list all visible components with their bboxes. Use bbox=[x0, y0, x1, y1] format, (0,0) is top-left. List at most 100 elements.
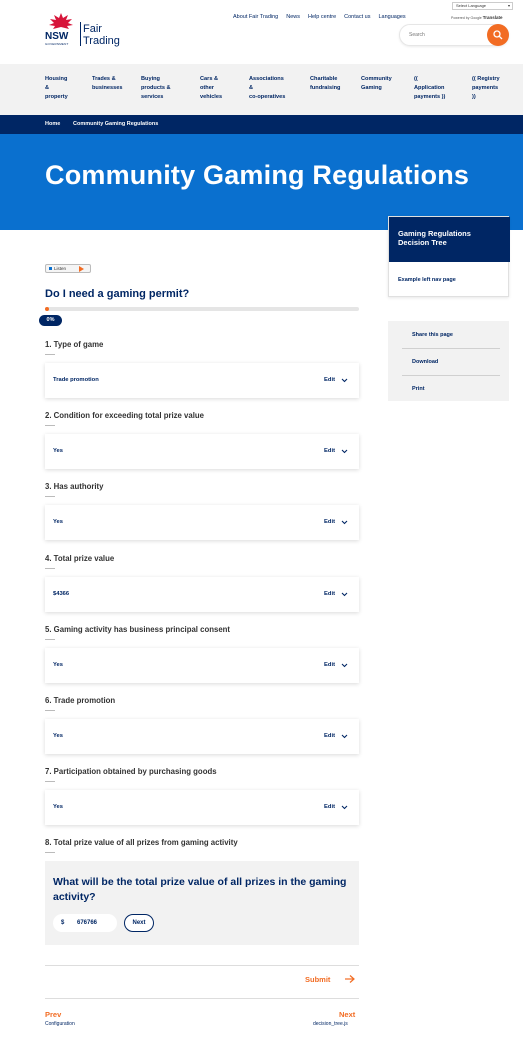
edit-button[interactable]: Edit bbox=[324, 733, 335, 739]
submit-button[interactable]: Submit bbox=[305, 975, 330, 984]
side-nav: Gaming Regulations Decision Tree Example… bbox=[388, 216, 510, 297]
nav-label: businesses bbox=[92, 85, 123, 91]
answer-card: $4366 Edit bbox=[45, 577, 359, 612]
chevron-down-icon[interactable] bbox=[341, 804, 348, 811]
answer-card: Yes Edit bbox=[45, 434, 359, 469]
language-select-value: Select Language bbox=[456, 3, 487, 8]
nav-item-cars[interactable]: Cars & other vehicles bbox=[200, 75, 222, 102]
side-nav-header[interactable]: Gaming Regulations Decision Tree bbox=[389, 217, 510, 262]
search-input[interactable]: Search bbox=[409, 32, 425, 38]
utility-nav: About Fair Trading News Help centre Cont… bbox=[233, 14, 406, 20]
nav-label: vehicles bbox=[200, 94, 223, 100]
nav-item-trades[interactable]: Trades & businesses bbox=[92, 75, 122, 93]
current-question-panel: What will be the total prize value of al… bbox=[45, 861, 359, 945]
play-icon bbox=[79, 266, 84, 272]
nav-label: Associations bbox=[249, 76, 284, 82]
powered-by-google-translate[interactable]: Powered by Google Translate bbox=[451, 15, 503, 20]
chevron-down-icon[interactable] bbox=[341, 662, 348, 669]
breadcrumb: Home Community Gaming Regulations bbox=[0, 115, 523, 134]
main-nav: Housing & property Trades & businesses B… bbox=[0, 64, 523, 115]
answer-card: Yes Edit bbox=[45, 648, 359, 683]
nav-item-buying[interactable]: Buying products & services bbox=[141, 75, 171, 102]
print-link[interactable]: Print bbox=[412, 386, 425, 392]
edit-button[interactable]: Edit bbox=[324, 377, 335, 383]
nav-label: payments bbox=[472, 85, 499, 91]
search-button[interactable] bbox=[487, 24, 509, 46]
step-label: 3. Has authority bbox=[45, 482, 104, 491]
step-label: 6. Trade promotion bbox=[45, 696, 116, 705]
translate-text: Translate bbox=[482, 15, 503, 20]
search-field[interactable]: Search bbox=[399, 24, 509, 46]
step-label: 4. Total prize value bbox=[45, 554, 115, 563]
answer-value: Yes bbox=[53, 662, 63, 668]
nav-item-housing[interactable]: Housing & property bbox=[45, 75, 68, 102]
progress-fill bbox=[45, 307, 49, 311]
language-select[interactable]: Select Language ▾ bbox=[452, 2, 513, 10]
nav-item-charitable[interactable]: Charitable fundraising bbox=[310, 75, 340, 93]
breadcrumb-current: Community Gaming Regulations bbox=[73, 121, 159, 127]
edit-button[interactable]: Edit bbox=[324, 519, 335, 525]
util-link-help[interactable]: Help centre bbox=[308, 14, 336, 20]
nav-label: Housing bbox=[45, 76, 68, 82]
answer-value: $4366 bbox=[53, 591, 70, 597]
nav-label: Cars & bbox=[200, 76, 219, 82]
divider bbox=[45, 965, 359, 966]
search-icon bbox=[493, 30, 503, 40]
amount-input[interactable]: $ 676766 bbox=[53, 914, 117, 932]
step-label: 2. Condition for exceeding total prize v… bbox=[45, 411, 204, 420]
chevron-down-icon[interactable] bbox=[341, 519, 348, 526]
chevron-down-icon[interactable] bbox=[341, 591, 348, 598]
answer-value: Yes bbox=[53, 448, 63, 454]
side-nav-link[interactable]: Example left nav page bbox=[398, 277, 456, 283]
step-dash bbox=[45, 639, 55, 640]
nav-label: property bbox=[45, 94, 68, 100]
nav-label: Trades & bbox=[92, 76, 116, 82]
nav-label: (( Registry bbox=[472, 76, 500, 82]
nav-item-registry-payments[interactable]: (( Registry payments )) bbox=[472, 75, 500, 102]
share-page-link[interactable]: Share this page bbox=[412, 332, 453, 338]
edit-button[interactable]: Edit bbox=[324, 804, 335, 810]
nav-item-community-gaming[interactable]: Community Gaming bbox=[361, 75, 392, 93]
edit-button[interactable]: Edit bbox=[324, 662, 335, 668]
site-header: NSW GOVERNMENT Fair Trading Select Langu… bbox=[0, 0, 523, 64]
logo-fair-trading-text: Fair Trading bbox=[83, 23, 120, 47]
logo-divider bbox=[80, 22, 81, 46]
step-dash bbox=[45, 354, 55, 355]
util-link-languages[interactable]: Languages bbox=[378, 14, 405, 20]
breadcrumb-home[interactable]: Home bbox=[45, 121, 60, 127]
nav-label: services bbox=[141, 94, 164, 100]
chevron-down-icon[interactable] bbox=[341, 733, 348, 740]
util-link-news[interactable]: News bbox=[286, 14, 300, 20]
nsw-fair-trading-logo[interactable]: NSW GOVERNMENT Fair Trading bbox=[45, 12, 135, 48]
prev-page-name: Configuration bbox=[45, 1021, 75, 1027]
next-link[interactable]: Next bbox=[339, 1010, 355, 1019]
currency-symbol: $ bbox=[61, 920, 65, 926]
nav-label: Buying bbox=[141, 76, 160, 82]
listen-button[interactable]: Listen bbox=[45, 264, 91, 273]
next-button[interactable]: Next bbox=[124, 914, 154, 932]
step-dash bbox=[45, 781, 55, 782]
chevron-down-icon[interactable] bbox=[341, 377, 348, 384]
nav-label: fundraising bbox=[310, 85, 341, 91]
powered-by-text: Powered by bbox=[451, 16, 470, 20]
step-dash bbox=[45, 425, 55, 426]
progress-percent-badge: 0% bbox=[39, 315, 62, 326]
side-nav-title: Gaming Regulations Decision Tree bbox=[398, 229, 471, 247]
util-link-about[interactable]: About Fair Trading bbox=[233, 14, 278, 20]
amount-value[interactable]: 676766 bbox=[77, 920, 97, 926]
progress-bar bbox=[45, 307, 359, 311]
step-dash bbox=[45, 568, 55, 569]
next-page-name: decision_tree.js bbox=[313, 1021, 348, 1027]
nav-item-associations[interactable]: Associations & co-operatives bbox=[249, 75, 285, 102]
util-link-contact[interactable]: Contact us bbox=[344, 14, 370, 20]
nav-label: products & bbox=[141, 85, 171, 91]
nav-item-application-payments[interactable]: (( Application payments )) bbox=[414, 75, 445, 102]
edit-button[interactable]: Edit bbox=[324, 591, 335, 597]
chevron-down-icon[interactable] bbox=[341, 448, 348, 455]
arrow-right-icon[interactable] bbox=[344, 974, 356, 984]
nav-label: & bbox=[45, 85, 50, 91]
download-link[interactable]: Download bbox=[412, 359, 438, 365]
prev-link[interactable]: Prev bbox=[45, 1010, 61, 1019]
edit-button[interactable]: Edit bbox=[324, 448, 335, 454]
nav-label: )) bbox=[472, 94, 476, 100]
